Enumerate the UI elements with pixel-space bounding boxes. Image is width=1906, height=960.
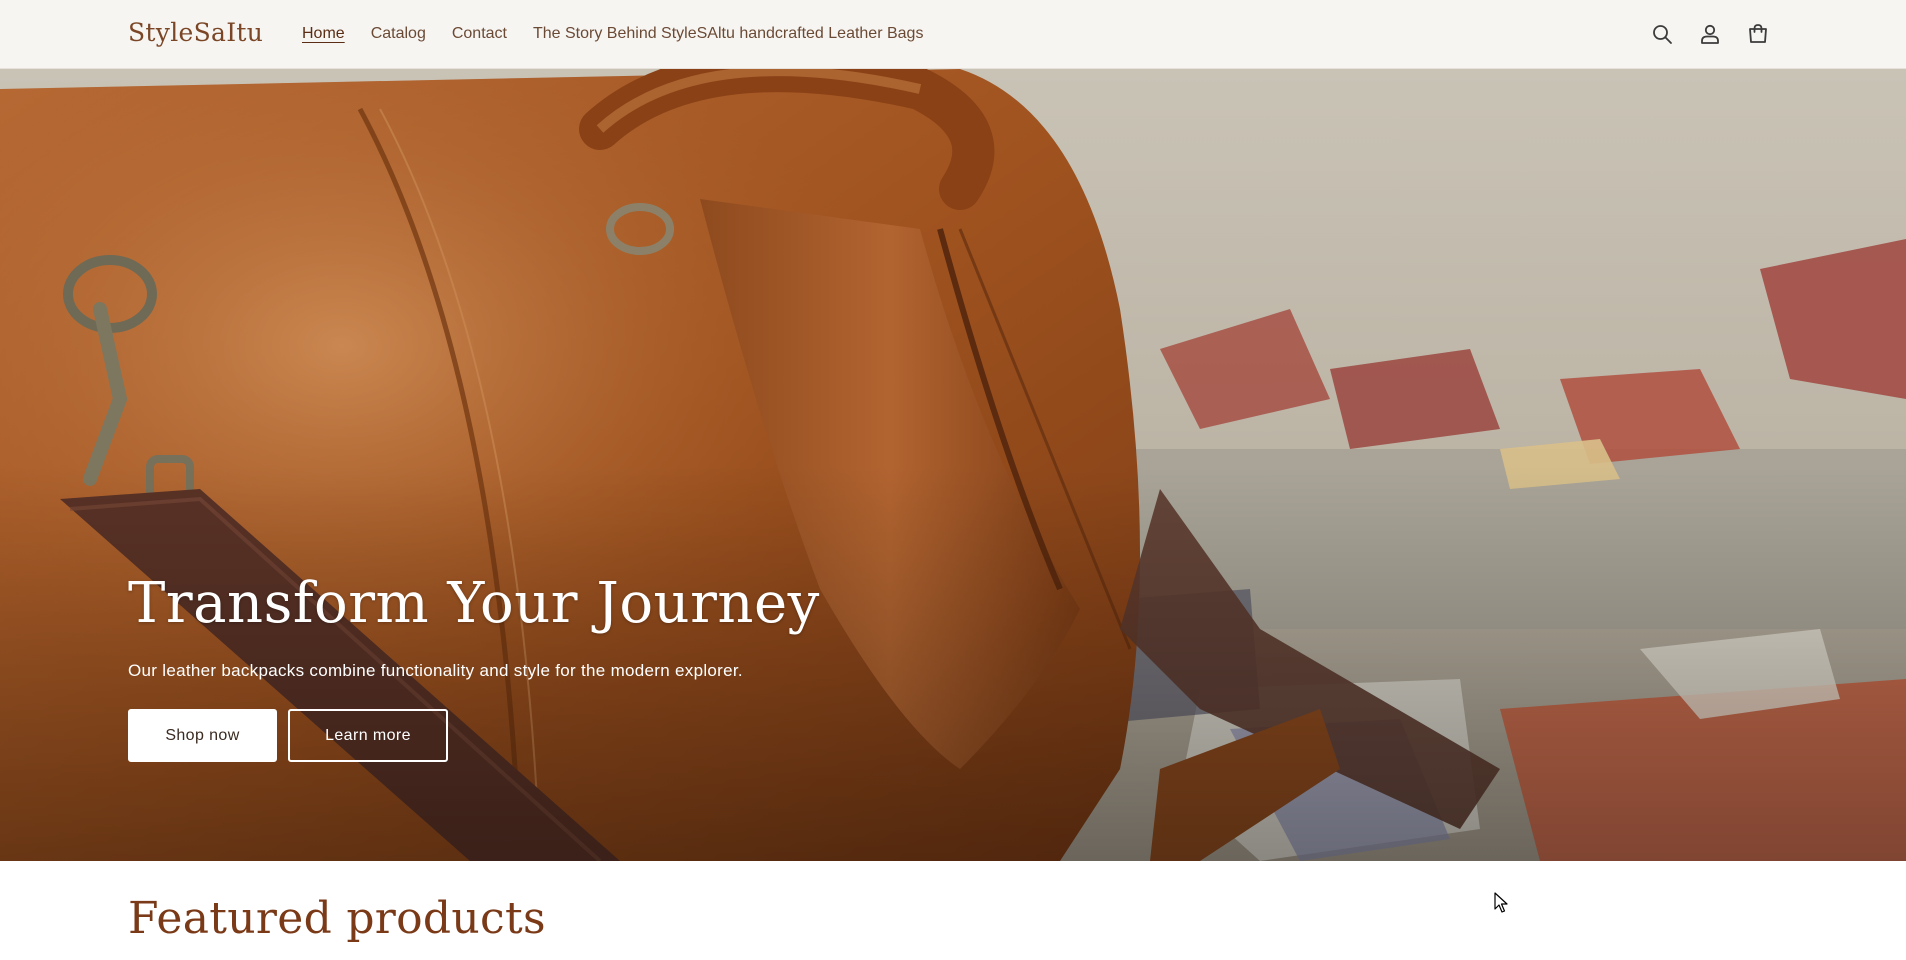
header-icons [1650, 22, 1770, 46]
learn-more-button[interactable]: Learn more [288, 709, 448, 762]
nav-link-home[interactable]: Home [302, 25, 345, 43]
nav-link-contact[interactable]: Contact [452, 25, 507, 43]
cart-icon[interactable] [1746, 22, 1770, 46]
store-logo[interactable]: StyleSaItu [128, 18, 263, 47]
hero-subtitle: Our leather backpacks combine functional… [128, 661, 743, 680]
search-icon[interactable] [1650, 22, 1674, 46]
account-icon[interactable] [1698, 22, 1722, 46]
main-nav: Home Catalog Contact The Story Behind St… [302, 25, 923, 43]
featured-products-heading: Featured products [128, 893, 546, 944]
nav-link-catalog[interactable]: Catalog [371, 25, 426, 43]
nav-link-story[interactable]: The Story Behind StyleSAltu handcrafted … [533, 25, 923, 43]
hero-heading: Transform Your Journey [128, 571, 820, 636]
shop-now-button[interactable]: Shop now [128, 709, 277, 762]
hero-image [0, 69, 1906, 861]
site-header: StyleSaItu Home Catalog Contact The Stor… [0, 0, 1906, 69]
hero-banner: Transform Your Journey Our leather backp… [0, 69, 1906, 861]
mouse-cursor-icon [1494, 892, 1508, 913]
